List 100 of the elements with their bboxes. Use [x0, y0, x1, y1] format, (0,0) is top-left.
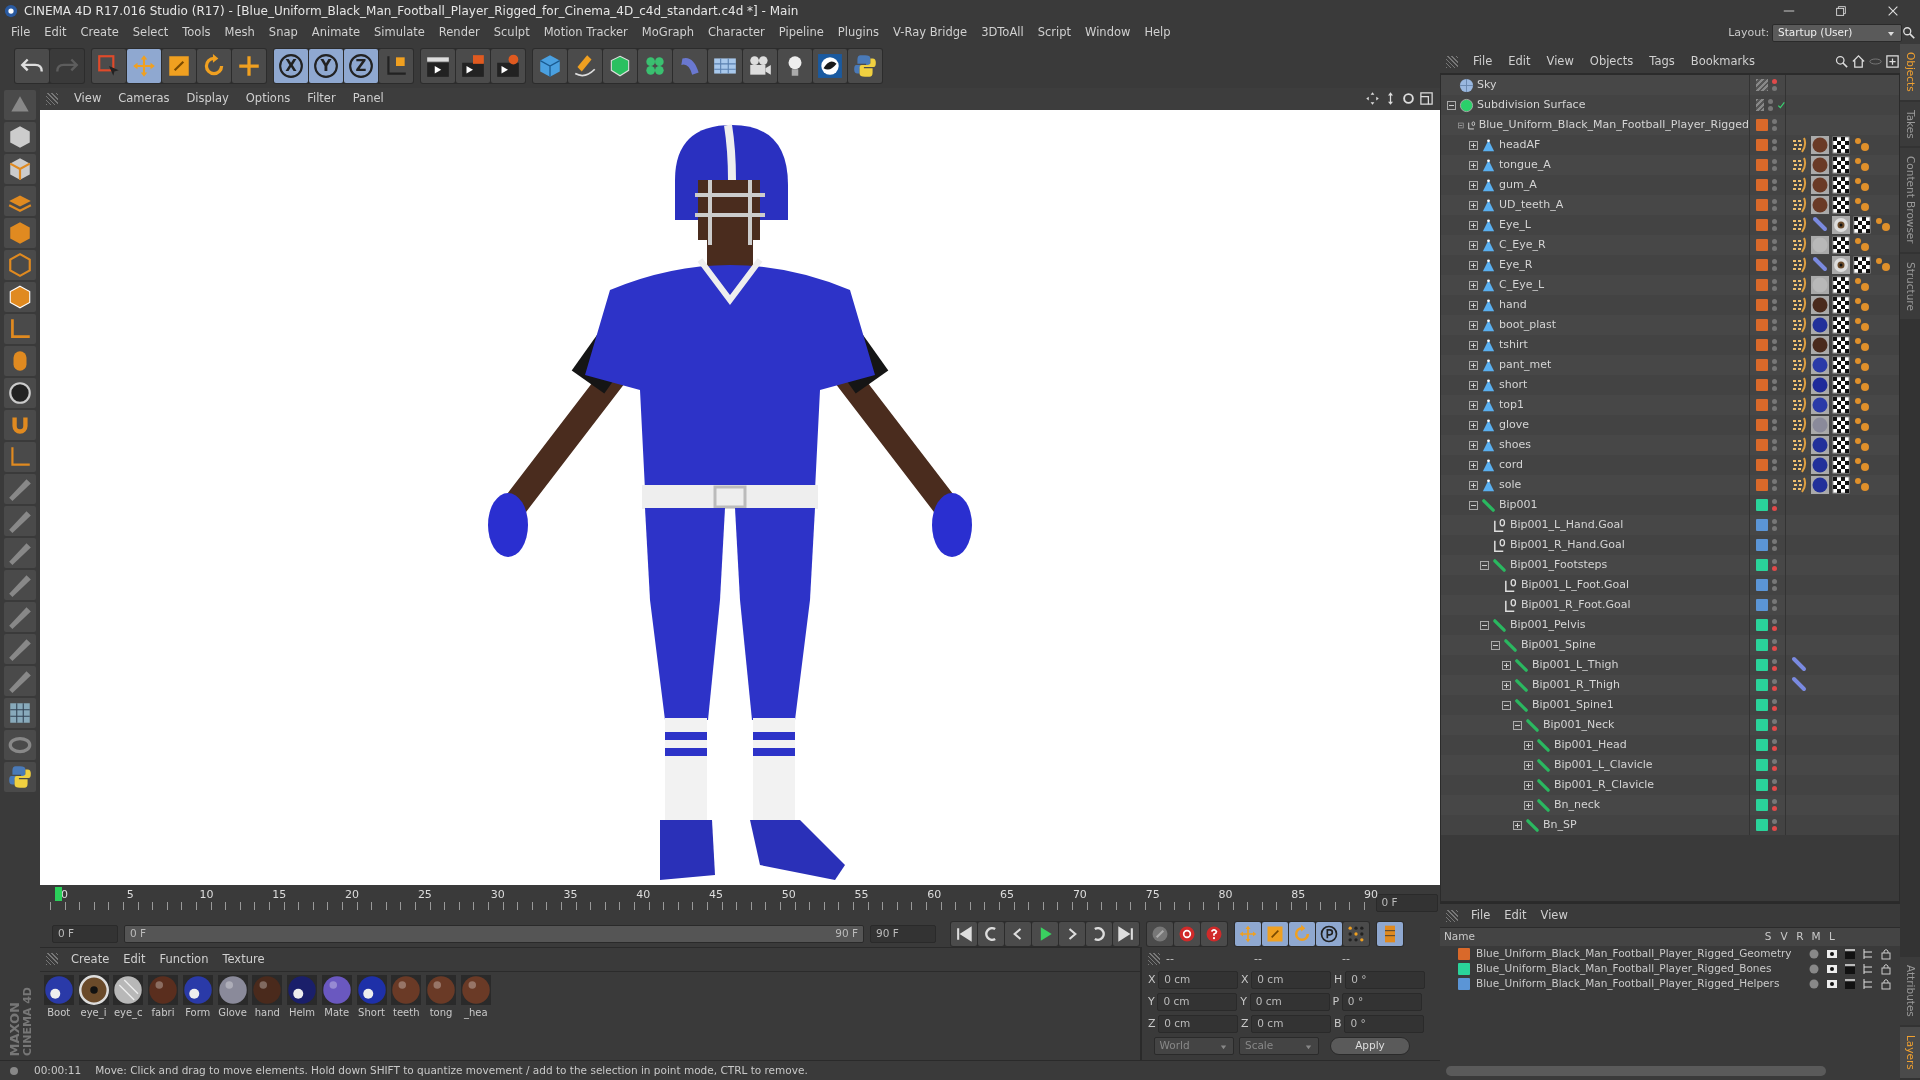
object-name[interactable]: Bn_SP — [1543, 816, 1577, 834]
menu-item[interactable]: Motion Tracker — [536, 24, 635, 42]
layer-menu-item[interactable]: File — [1464, 906, 1498, 925]
material-menu-item[interactable]: Edit — [116, 950, 153, 968]
viewport-menu-item[interactable]: Display — [179, 90, 236, 108]
axis-lock-button[interactable]: Y — [309, 49, 343, 83]
start-frame-field[interactable]: 0 F — [52, 924, 118, 943]
object-name[interactable]: Bip001_Footsteps — [1510, 556, 1608, 574]
menu-item[interactable]: Pipeline — [771, 24, 831, 42]
menu-item[interactable]: Simulate — [367, 24, 432, 42]
object-menu-item[interactable]: Objects — [1582, 52, 1641, 71]
object-name[interactable]: UD_teeth_A — [1499, 196, 1564, 214]
value-field[interactable]: 0 cm — [1158, 1015, 1239, 1034]
material-name: tong — [429, 1005, 453, 1020]
object-name[interactable]: Bn_neck — [1554, 796, 1601, 814]
axis-lock-button[interactable]: Z — [344, 49, 378, 83]
side-tab[interactable]: Takes — [1900, 101, 1920, 147]
object-name[interactable]: top1 — [1499, 396, 1525, 414]
object-name[interactable]: headAF — [1499, 136, 1541, 154]
menu-item[interactable]: Window — [1078, 24, 1138, 42]
object-name[interactable]: Bip001_Pelvis — [1510, 616, 1586, 634]
object-name[interactable]: sole — [1499, 476, 1522, 494]
object-name[interactable]: gum_A — [1499, 176, 1537, 194]
viewport-menu-item[interactable]: Filter — [300, 90, 343, 108]
menu-item[interactable]: File — [4, 24, 38, 42]
menu-item[interactable]: Edit — [37, 24, 74, 42]
value-field[interactable]: 0 cm — [1249, 993, 1330, 1012]
value-field[interactable]: 0 cm — [1158, 971, 1239, 990]
object-name[interactable]: pant_met — [1499, 356, 1552, 374]
menu-item[interactable]: Plugins — [830, 24, 887, 42]
value-field[interactable]: 0 ° — [1341, 993, 1422, 1012]
menu-item[interactable]: Script — [1030, 24, 1079, 42]
side-tab[interactable]: Content Browser — [1900, 148, 1920, 253]
object-menu-item[interactable]: Edit — [1501, 52, 1538, 71]
value-field[interactable]: 0 ° — [1344, 1015, 1425, 1034]
menu-item[interactable]: Select — [125, 24, 176, 42]
menu-item[interactable]: Tools — [175, 24, 218, 42]
object-name[interactable]: Eye_R — [1499, 256, 1533, 274]
layer-name[interactable]: Blue_Uniform_Black_Man_Football_Player_Rigged_Helpers — [1476, 975, 1802, 992]
object-name[interactable]: Bip001_L_Clavicle — [1554, 756, 1653, 774]
object-name[interactable]: Bip001_Neck — [1543, 716, 1615, 734]
object-name[interactable]: boot_plast — [1499, 316, 1557, 334]
material-menu-item[interactable]: Texture — [215, 950, 272, 968]
material-menu-item[interactable]: Function — [152, 950, 216, 968]
menu-item[interactable]: Character — [701, 24, 772, 42]
value-field[interactable]: 0 cm — [1251, 971, 1332, 990]
viewport-menu-item[interactable]: Panel — [345, 90, 391, 108]
value-field[interactable]: 0 cm — [1157, 993, 1238, 1012]
menu-item[interactable]: V-Ray Bridge — [886, 24, 975, 42]
value-field[interactable]: 0 ° — [1345, 971, 1426, 990]
object-name[interactable]: Bip001 — [1499, 496, 1538, 514]
object-name[interactable]: Bip001_R_Clavicle — [1554, 776, 1655, 794]
layer-name[interactable]: Blue_Uniform_Black_Man_Football_Player_Rigged_Geometry — [1476, 945, 1802, 962]
object-name[interactable]: tongue_A — [1499, 156, 1551, 174]
menu-item[interactable]: Help — [1137, 24, 1178, 42]
object-name[interactable]: tshirt — [1499, 336, 1528, 354]
side-tab[interactable]: Objects — [1900, 44, 1920, 100]
side-tab[interactable]: Structure — [1900, 254, 1920, 319]
menu-item[interactable]: 3DToAll — [974, 24, 1031, 42]
object-name[interactable]: Eye_L — [1499, 216, 1531, 234]
viewport-menu-item[interactable]: Cameras — [111, 90, 177, 108]
object-name[interactable]: shoes — [1499, 436, 1531, 454]
menu-item[interactable]: MoGraph — [634, 24, 702, 42]
object-name[interactable]: C_Eye_R — [1499, 236, 1546, 254]
object-name[interactable]: Bip001_Spine1 — [1532, 696, 1614, 714]
layer-name[interactable]: Blue_Uniform_Black_Man_Football_Player_Rigged_Bones — [1476, 960, 1802, 977]
object-name[interactable]: Bip001_R_Thigh — [1532, 676, 1620, 694]
object-name[interactable]: Bip001_Head — [1554, 736, 1627, 754]
menu-item[interactable]: Sculpt — [486, 24, 537, 42]
layer-menu-item[interactable]: Edit — [1497, 906, 1534, 925]
object-menu-item[interactable]: Tags — [1642, 52, 1682, 71]
viewport-menu-item[interactable]: View — [67, 90, 109, 108]
side-tab[interactable]: Layers — [1900, 1027, 1920, 1078]
material-menu-item[interactable]: Create — [64, 950, 117, 968]
object-name[interactable]: Bip001_L_Thigh — [1532, 656, 1619, 674]
frame-number: 15 — [272, 886, 287, 903]
viewport-menu-item[interactable]: Options — [238, 90, 298, 108]
object-name[interactable]: hand — [1499, 296, 1527, 314]
object-name[interactable]: short — [1499, 376, 1528, 394]
axis-lock-button[interactable]: X — [274, 49, 308, 83]
object-menu-item[interactable]: View — [1539, 52, 1581, 71]
object-name[interactable]: C_Eye_L — [1499, 276, 1545, 294]
menu-item[interactable]: Render — [431, 24, 487, 42]
object-menu-item[interactable]: Bookmarks — [1683, 52, 1762, 71]
end-frame-field[interactable]: 90 F — [870, 924, 936, 943]
menu-item[interactable]: Create — [73, 24, 126, 42]
value-field[interactable]: 0 cm — [1251, 1015, 1332, 1034]
side-tab[interactable]: Attributes — [1900, 957, 1920, 1026]
object-name[interactable]: glove — [1499, 416, 1530, 434]
object-menu-item[interactable]: File — [1466, 52, 1500, 71]
window-title: CINEMA 4D R17.016 Studio (R17) - [Blue_Uniform_Black_Man_Football_Player_Rigged_for_Cinema_4D_c4d_standart.c4d *] - Main — [24, 3, 800, 20]
menu-item[interactable]: Snap — [261, 24, 305, 42]
layout-dropdown[interactable]: Startup (User) — [1772, 24, 1902, 42]
layer-menu-item[interactable]: View — [1533, 906, 1575, 925]
menu-item[interactable]: Animate — [304, 24, 367, 42]
apply-button[interactable]: Apply — [1330, 1037, 1410, 1056]
menu-item[interactable]: Mesh — [217, 24, 262, 42]
object-name[interactable]: cord — [1499, 456, 1524, 474]
object-name[interactable]: Bip001_Spine — [1521, 636, 1596, 654]
object-name[interactable]: Sky — [1477, 76, 1497, 94]
